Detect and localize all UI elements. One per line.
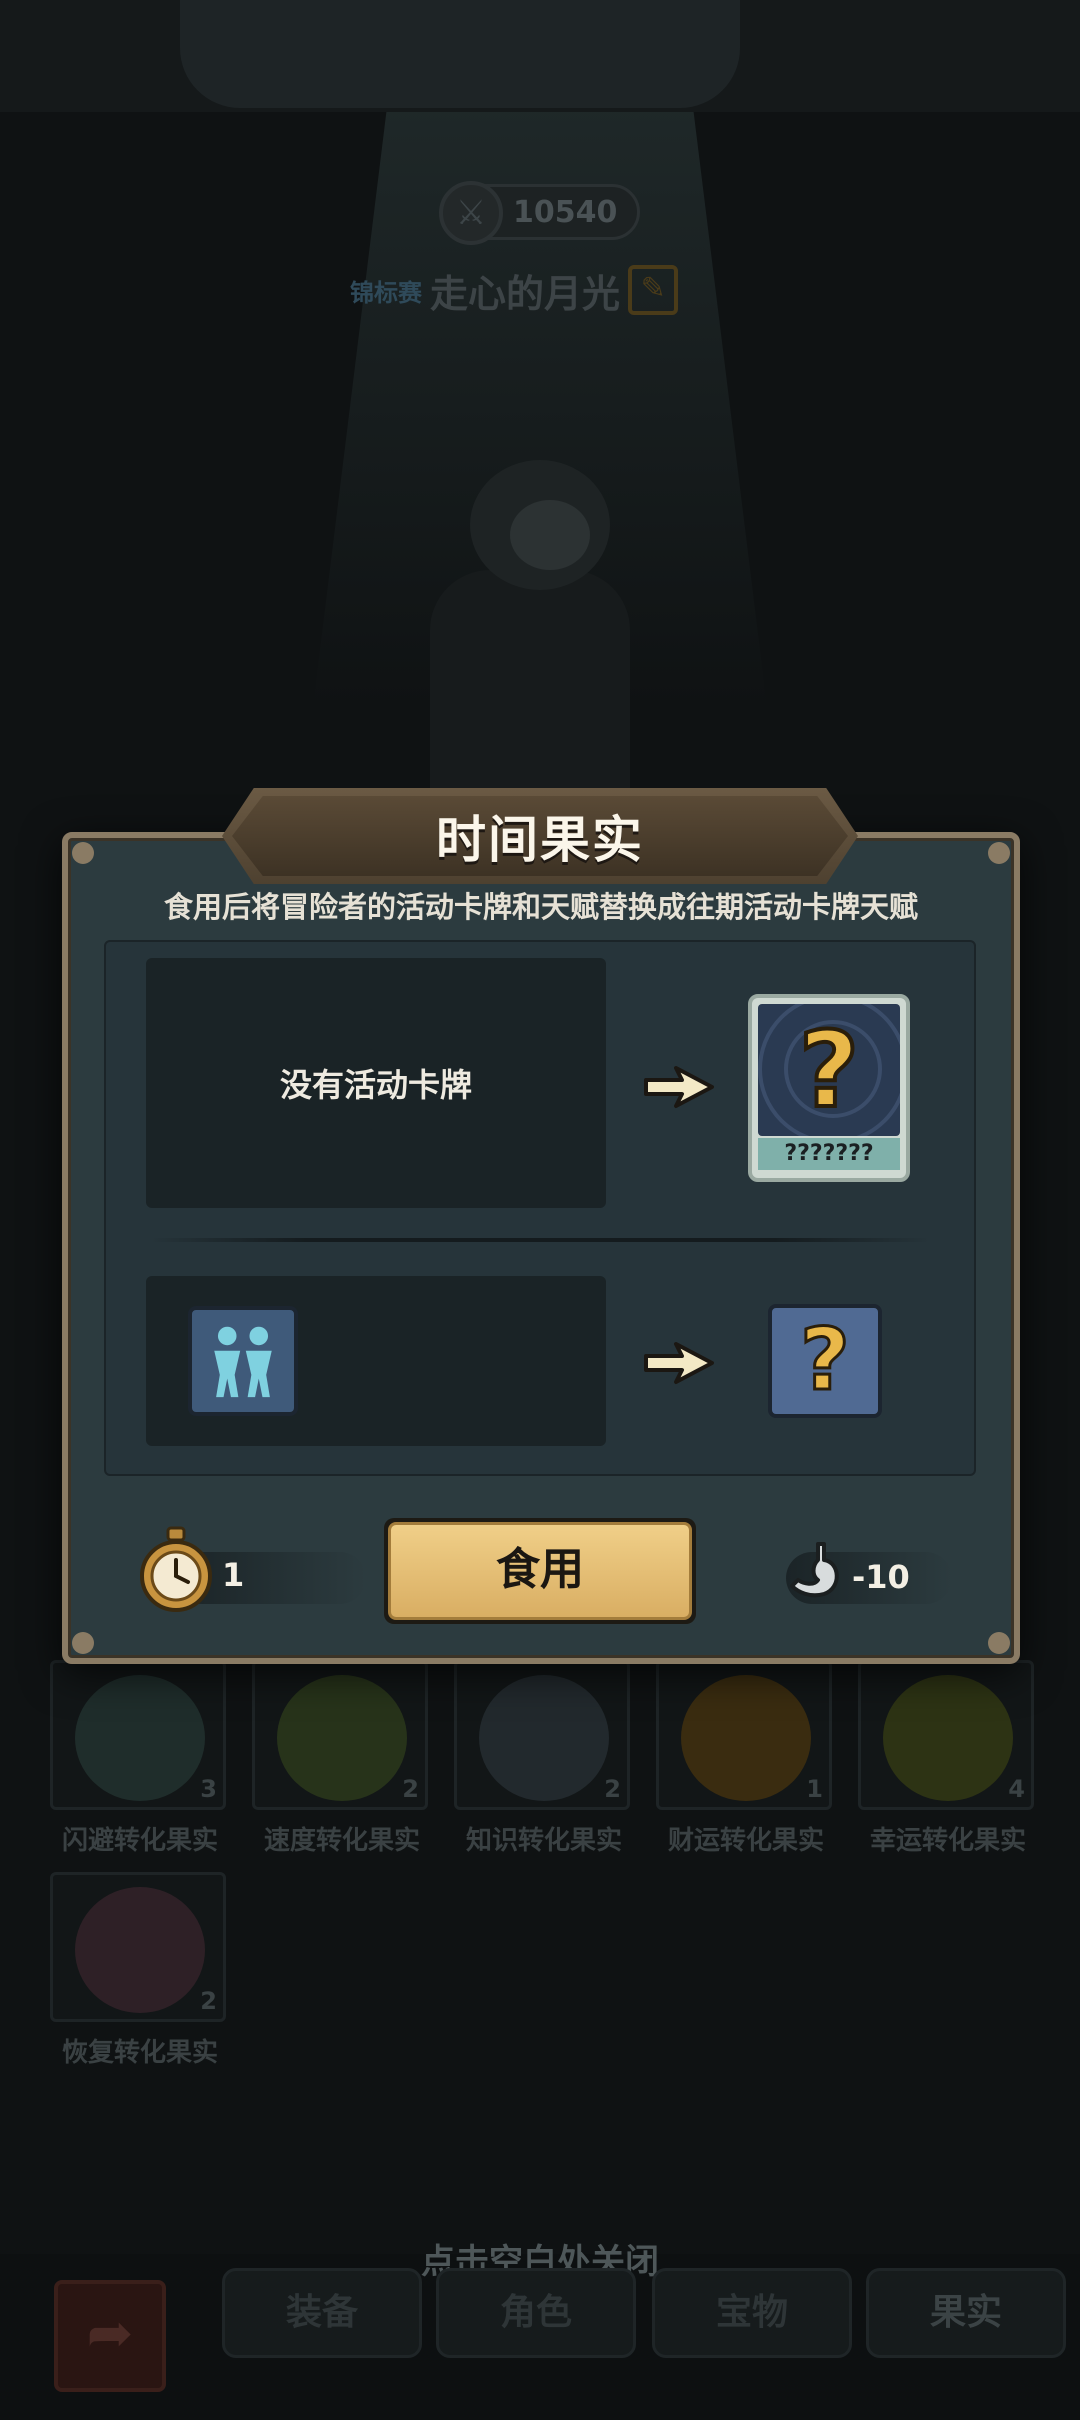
fruit-count: 2	[402, 1775, 419, 1803]
fruit-item[interactable]: 1 财运转化果实	[656, 1660, 836, 1857]
player-row: 锦标赛 走心的月光 ✎	[350, 260, 679, 320]
fruit-item[interactable]: 2 速度转化果实	[252, 1660, 432, 1857]
question-mark-icon: ?	[797, 1008, 861, 1132]
fruit-label: 闪避转化果实	[61, 1826, 218, 1856]
fruit-item[interactable]: 3 闪避转化果实	[50, 1660, 230, 1857]
character-avatar	[360, 440, 680, 820]
tab-equipment[interactable]: 装备	[222, 2268, 422, 2358]
tab-fruit[interactable]: 果实	[866, 2268, 1066, 2358]
mystery-talent-icon: ?	[768, 1304, 882, 1418]
fruit-label: 恢复转化果实	[61, 2038, 218, 2068]
tab-character[interactable]: 角色	[436, 2268, 636, 2358]
mystery-card: ? ???????	[748, 994, 910, 1182]
twin-figures-icon	[188, 1306, 298, 1416]
score-pill: ⚔ 10540	[439, 181, 640, 245]
no-card-text: 没有活动卡牌	[279, 1066, 472, 1104]
fruit-item[interactable]: 4 幸运转化果实	[858, 1660, 1038, 1857]
stomach-icon	[790, 1542, 839, 1598]
fruit-count: 1	[806, 1775, 823, 1803]
player-name: 走心的月光	[430, 271, 621, 316]
fruit-label: 知识转化果实	[465, 1826, 622, 1856]
fruit-count: 2	[200, 1987, 217, 2015]
fruit-label: 财运转化果实	[667, 1826, 824, 1856]
top-bar	[0, 0, 1080, 112]
eat-button[interactable]: 食用	[384, 1518, 696, 1624]
current-card-slot: 没有活动卡牌	[146, 958, 606, 1208]
edit-icon[interactable]: ✎	[628, 265, 679, 315]
score-value: 10540	[513, 194, 618, 230]
fruit-label: 速度转化果实	[263, 1826, 420, 1856]
trophy-icon: ⚔	[439, 181, 503, 245]
hunger-value: -10	[852, 1558, 910, 1596]
league-badge: 锦标赛	[350, 278, 422, 307]
item-count: 1	[222, 1556, 245, 1594]
dialog-title-banner: 时间果实	[222, 788, 858, 884]
dialog-description: 食用后将冒险者的活动卡牌和天赋替换成往期活动卡牌天赋	[163, 890, 918, 924]
eat-button-label: 食用	[388, 1522, 692, 1620]
tab-treasure[interactable]: 宝物	[652, 2268, 852, 2358]
fruit-label: 幸运转化果实	[869, 1826, 1026, 1856]
fruit-item[interactable]: 2 知识转化果实	[454, 1660, 634, 1857]
fruit-item[interactable]: 2 恢复转化果实	[50, 1872, 230, 2069]
pocket-watch-icon	[140, 1526, 212, 1612]
arrow-right-icon	[644, 1342, 714, 1384]
back-button[interactable]: ➦	[54, 2280, 166, 2392]
fruit-count: 2	[604, 1775, 621, 1803]
fruit-count: 3	[200, 1775, 217, 1803]
mystery-card-name: ???????	[758, 1138, 900, 1170]
arrow-right-icon	[644, 1066, 714, 1108]
row-divider	[150, 1238, 930, 1242]
dialog-title: 时间果实	[436, 811, 644, 869]
fruit-count: 4	[1008, 1775, 1025, 1803]
